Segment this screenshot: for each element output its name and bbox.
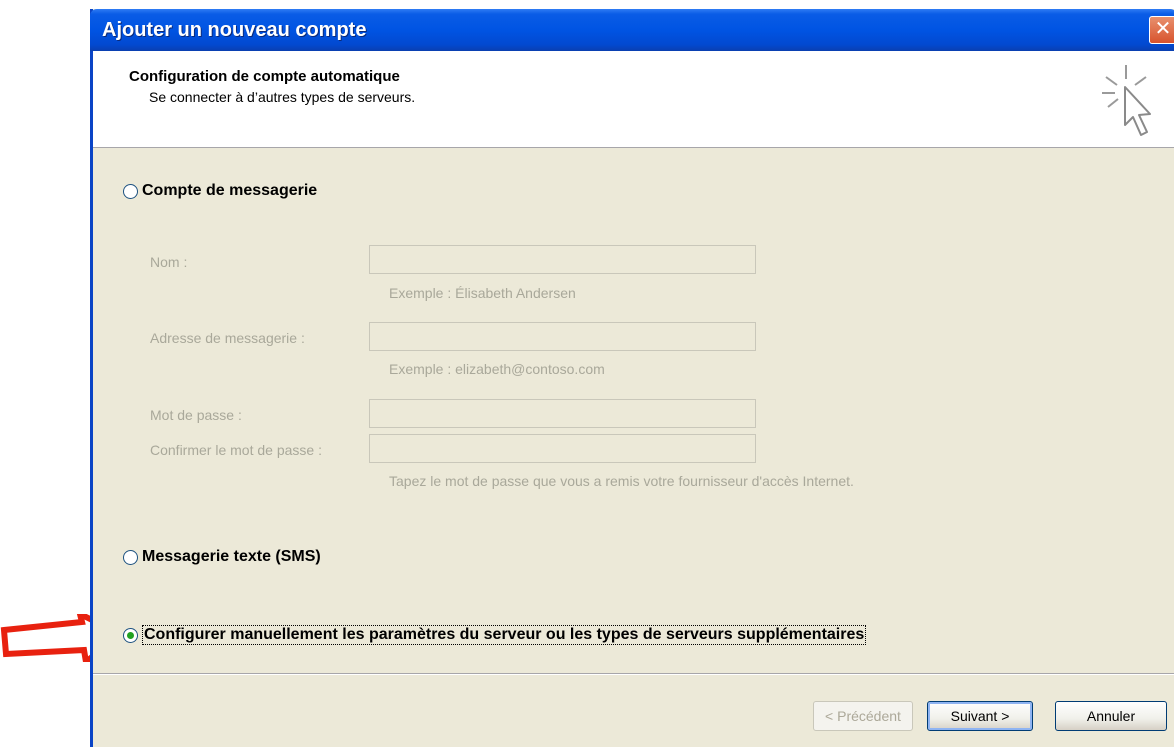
name-input[interactable] xyxy=(369,245,756,274)
cancel-button[interactable]: Annuler xyxy=(1055,701,1167,731)
manual-config-radio[interactable] xyxy=(123,627,138,643)
back-button[interactable]: < Précédent xyxy=(813,701,913,731)
email-hint: Exemple : elizabeth@contoso.com xyxy=(389,361,605,377)
title-bar: Ajouter un nouveau compte ✕ xyxy=(90,9,1174,51)
header-title: Configuration de compte automatique xyxy=(129,68,400,85)
next-button[interactable]: Suivant > xyxy=(927,701,1033,731)
header-subtitle: Se connecter à d’autres types de serveur… xyxy=(149,89,416,105)
password-hint: Tapez le mot de passe que vous a remis v… xyxy=(389,473,854,489)
wizard-header: Configuration de compte automatique Se c… xyxy=(93,51,1174,148)
footer-divider xyxy=(93,673,1174,675)
window-title: Ajouter un nouveau compte xyxy=(102,19,367,41)
email-account-radio-option[interactable]: Compte de messagerie xyxy=(123,182,317,200)
cursor-sparkle-icon xyxy=(1102,65,1151,136)
close-icon[interactable]: ✕ xyxy=(1149,16,1174,44)
confirm-password-label: Confirmer le mot de passe : xyxy=(150,442,322,458)
password-input[interactable] xyxy=(369,399,756,428)
add-account-dialog: Ajouter un nouveau compte ✕ Configuratio… xyxy=(90,9,1174,747)
sms-label: Messagerie texte (SMS) xyxy=(142,548,321,565)
email-input[interactable] xyxy=(369,322,756,351)
password-label: Mot de passe : xyxy=(150,407,242,423)
manual-config-label: Configurer manuellement les paramètres d… xyxy=(142,625,867,645)
confirm-password-input[interactable] xyxy=(369,434,756,463)
sms-radio-option[interactable]: Messagerie texte (SMS) xyxy=(123,548,321,566)
name-hint: Exemple : Élisabeth Andersen xyxy=(389,285,576,301)
email-account-label: Compte de messagerie xyxy=(142,182,318,199)
name-label: Nom : xyxy=(150,254,188,270)
sms-radio[interactable] xyxy=(123,549,138,565)
email-label: Adresse de messagerie : xyxy=(150,330,305,346)
email-account-radio[interactable] xyxy=(123,183,138,199)
manual-config-radio-option[interactable]: Configurer manuellement les paramètres d… xyxy=(123,625,867,645)
